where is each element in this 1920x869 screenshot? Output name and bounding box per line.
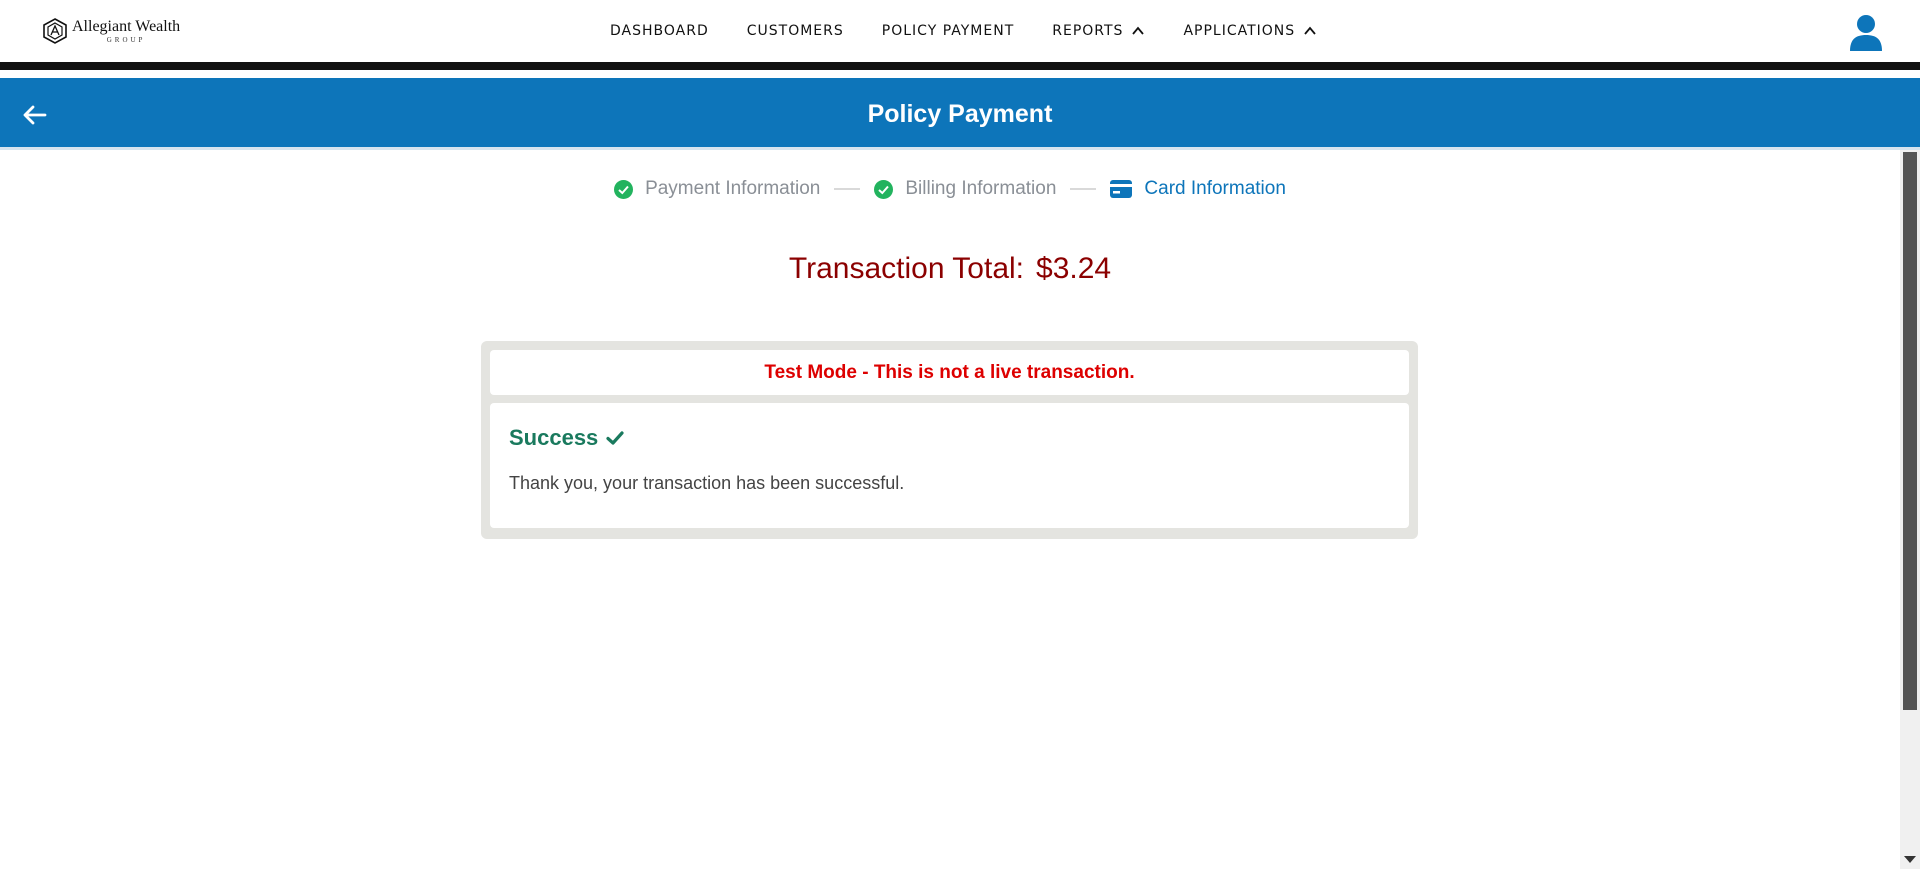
main-nav: DASHBOARD CUSTOMERS POLICY PAYMENT REPOR…	[610, 0, 1317, 62]
transaction-total-amount: $3.24	[1036, 252, 1112, 285]
nav-applications[interactable]: APPLICATIONS	[1183, 23, 1317, 39]
step-label: Payment Information	[645, 178, 821, 199]
checkmark-icon	[606, 431, 624, 445]
success-card: Success Thank you, your transaction has …	[490, 403, 1409, 528]
scrollbar-thumb[interactable]	[1903, 152, 1917, 710]
check-circle-icon	[874, 179, 894, 199]
brand-subtitle: GROUP	[106, 35, 146, 44]
nav-customers[interactable]: CUSTOMERS	[747, 23, 844, 39]
chevron-up-icon	[1304, 26, 1316, 35]
logo-mark-icon	[43, 18, 67, 44]
scroll-down-arrow-icon[interactable]	[1904, 856, 1916, 863]
check-circle-icon	[614, 179, 634, 199]
page-title: Policy Payment	[867, 100, 1053, 128]
transaction-total-label: Transaction Total:	[788, 252, 1025, 285]
brand-name: Allegiant Wealth	[72, 17, 181, 35]
test-mode-notice: Test Mode - This is not a live transacti…	[490, 350, 1409, 395]
transaction-total: Transaction Total: $3.24	[0, 252, 1900, 286]
result-panel: Test Mode - This is not a live transacti…	[481, 341, 1418, 539]
payment-stepper: Payment Information Billing Information …	[0, 178, 1900, 200]
nav-dashboard[interactable]: DASHBOARD	[610, 23, 709, 39]
step-connector	[1070, 188, 1097, 190]
nav-label: POLICY PAYMENT	[881, 23, 1015, 39]
nav-reports[interactable]: REPORTS	[1052, 23, 1145, 39]
nav-label: DASHBOARD	[610, 23, 709, 39]
user-avatar-icon[interactable]	[1848, 14, 1884, 52]
step-label: Billing Information	[905, 178, 1057, 199]
nav-label: APPLICATIONS	[1183, 23, 1296, 39]
nav-policy-payment[interactable]: POLICY PAYMENT	[882, 23, 1014, 39]
vertical-scrollbar[interactable]	[1900, 150, 1920, 869]
credit-card-icon	[1110, 180, 1133, 198]
success-heading: Success	[509, 425, 1390, 451]
chevron-up-icon	[1132, 26, 1145, 35]
success-message: Thank you, your transaction has been suc…	[509, 473, 905, 493]
step-payment-information[interactable]: Payment Information	[614, 178, 820, 200]
step-card-information[interactable]: Card Information	[1110, 178, 1286, 200]
step-connector	[834, 188, 861, 190]
success-title: Success	[509, 425, 599, 450]
step-billing-information[interactable]: Billing Information	[874, 178, 1056, 200]
arrow-left-icon[interactable]	[20, 100, 50, 130]
page-header: Policy Payment	[0, 78, 1920, 150]
nav-label: REPORTS	[1052, 23, 1124, 39]
top-navbar: Allegiant Wealth GROUP DASHBOARD CUSTOME…	[0, 0, 1920, 70]
brand-logo[interactable]: Allegiant Wealth GROUP	[42, 18, 180, 44]
step-label: Card Information	[1144, 178, 1286, 199]
nav-label: CUSTOMERS	[746, 23, 844, 39]
